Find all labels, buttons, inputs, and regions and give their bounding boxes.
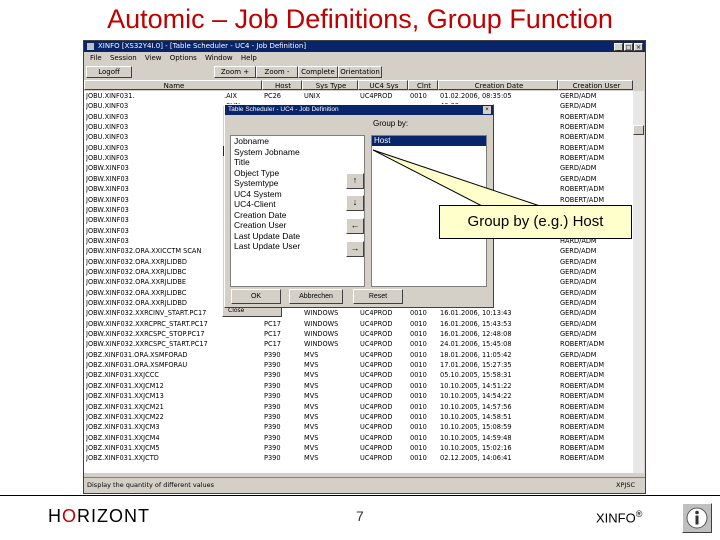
registered-mark: ® bbox=[635, 509, 643, 519]
logo-letter-o: O bbox=[62, 506, 78, 526]
horizont-logo: HORIZONT bbox=[48, 506, 150, 527]
info-icon bbox=[686, 507, 708, 529]
logo-rest: RIZONT bbox=[77, 506, 151, 526]
page-number: 7 bbox=[356, 508, 364, 524]
logo-letter-h: H bbox=[48, 506, 62, 526]
product-name: XINFO® bbox=[596, 509, 642, 525]
callout-pointer bbox=[372, 149, 541, 207]
info-button[interactable] bbox=[682, 503, 712, 533]
footer-divider bbox=[0, 495, 720, 496]
product-label: XINFO bbox=[596, 510, 636, 526]
callout-box: Group by (e.g.) Host bbox=[439, 205, 632, 239]
